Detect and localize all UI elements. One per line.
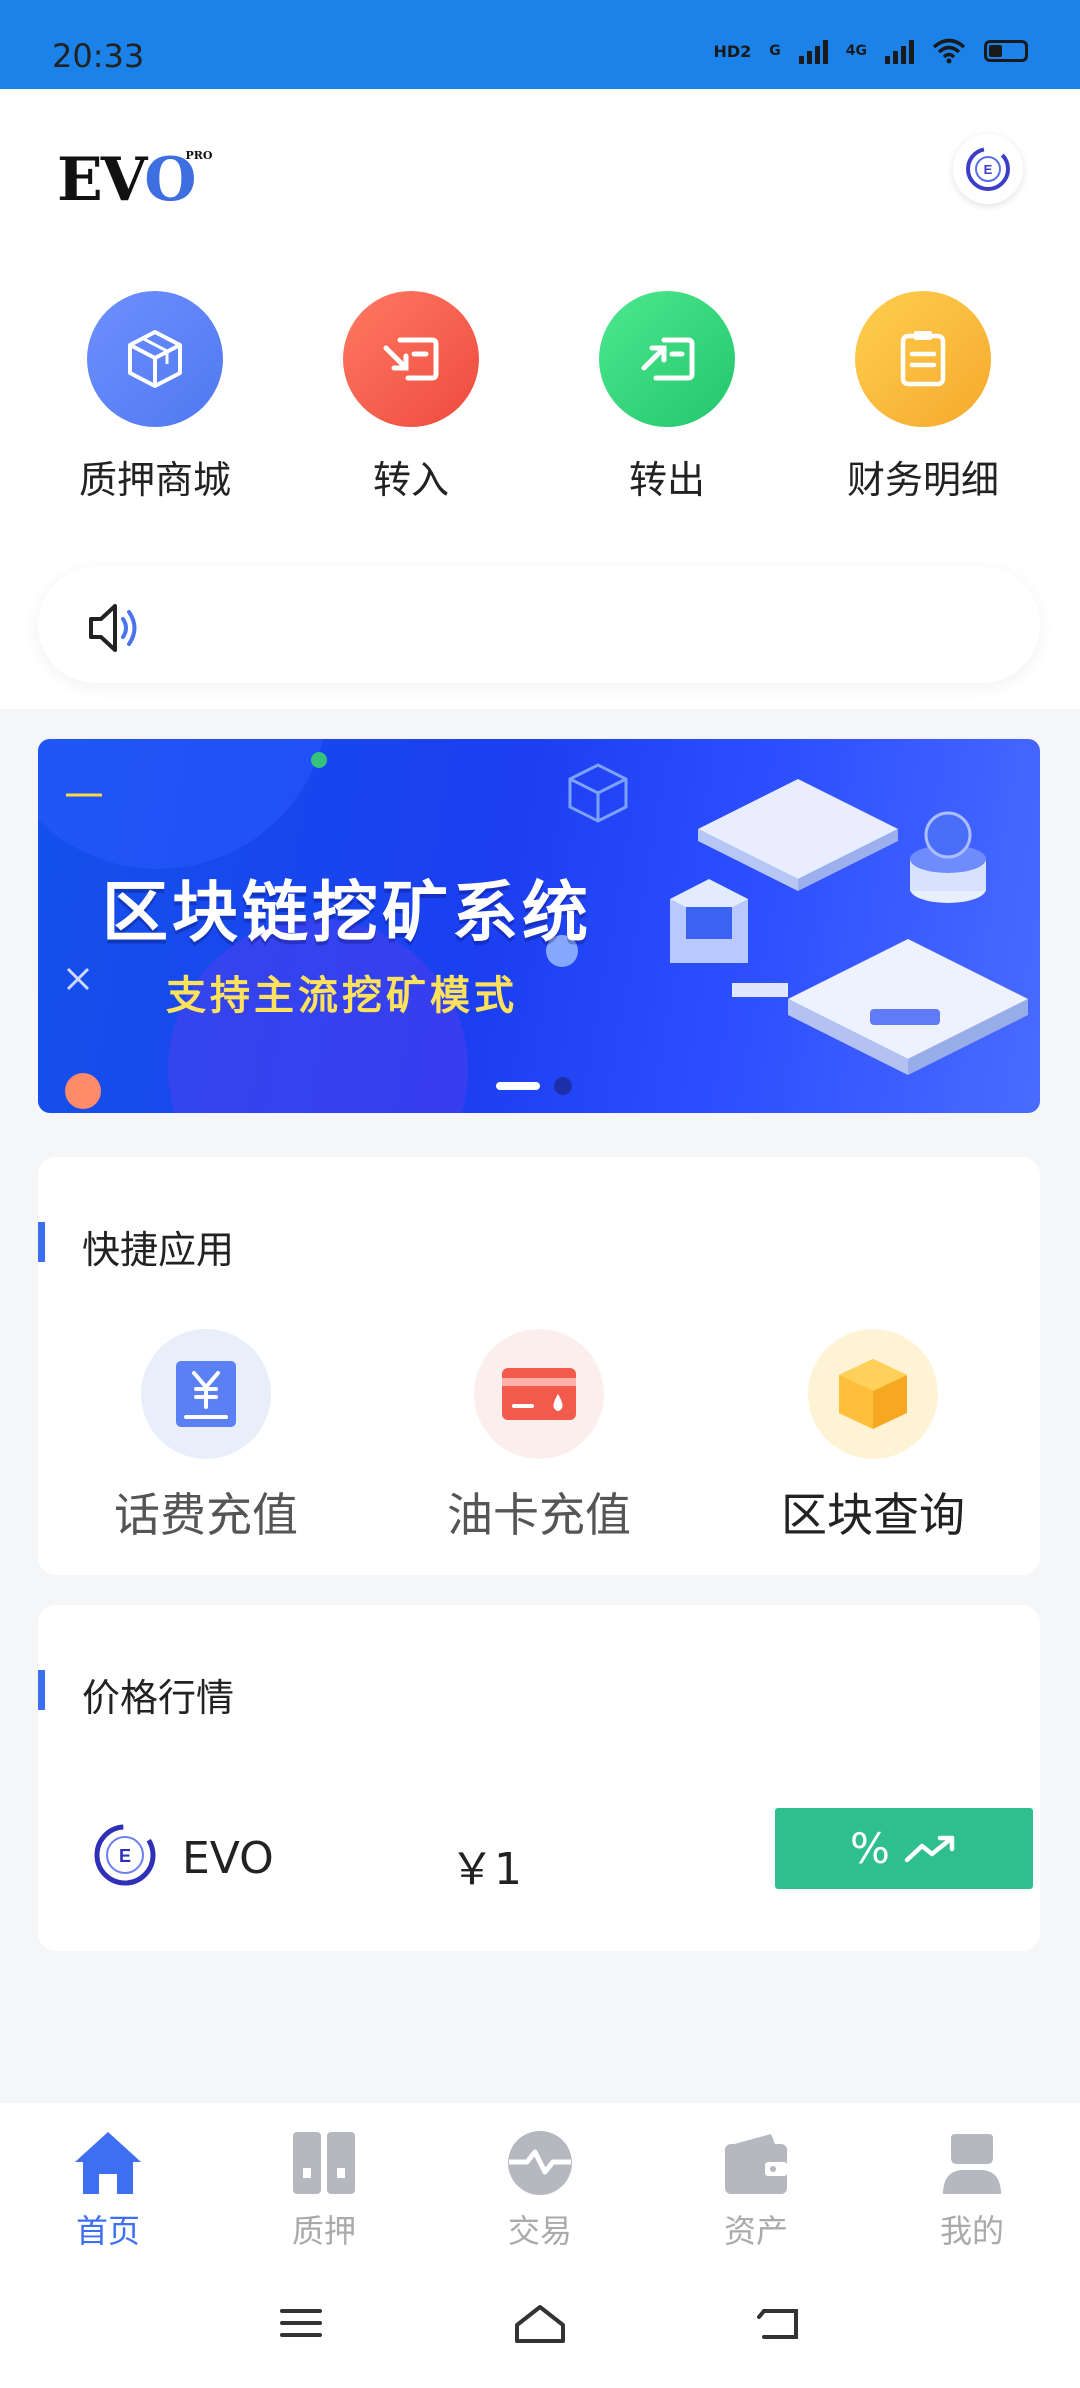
tab-label: 交易	[507, 2212, 572, 2250]
back-icon[interactable]	[756, 2303, 802, 2345]
menu-label: 转出	[628, 458, 705, 502]
menu-transfer-out[interactable]: 转出	[539, 291, 795, 504]
transfer-out-icon	[599, 291, 735, 427]
market-card: 价格行情 E EVO ￥1 %	[38, 1605, 1040, 1951]
quick-app-fuel-card[interactable]: 油卡充值	[389, 1329, 689, 1545]
menu-label: 质押商城	[78, 458, 231, 502]
network-4g-label: 4G	[845, 43, 867, 59]
speaker-icon	[89, 604, 137, 652]
notice-bar[interactable]	[38, 567, 1040, 683]
cube-icon	[808, 1329, 938, 1459]
tab-home[interactable]: 首页	[0, 2103, 216, 2275]
menu-finance-detail[interactable]: 财务明细	[795, 291, 1051, 504]
tab-assets[interactable]: 资产	[648, 2103, 864, 2275]
user-icon	[943, 2134, 1001, 2194]
battery-icon	[984, 40, 1028, 62]
wallet-icon	[725, 2134, 787, 2194]
quick-app-phone-recharge[interactable]: 话费充值	[56, 1329, 356, 1545]
svg-text:E: E	[119, 1846, 131, 1866]
quick-app-label: 话费充值	[114, 1488, 298, 1542]
quick-app-label: 油卡充值	[447, 1488, 631, 1542]
carousel-dot-active	[496, 1082, 540, 1090]
tab-label: 我的	[939, 2212, 1004, 2250]
network-g-label: G	[769, 43, 781, 59]
menu-label: 财务明细	[846, 458, 999, 502]
price-change-button[interactable]: %	[775, 1808, 1033, 1889]
signal-icon-2	[885, 38, 914, 64]
section-accent-bar	[38, 1670, 45, 1710]
home-header: EVO PRO E 质押商城 转入 转出 财务明细	[0, 89, 1080, 709]
status-bar: 20:33 HD2 G 4G	[0, 0, 1080, 89]
box-icon	[87, 291, 223, 427]
home-icon	[75, 2132, 141, 2194]
promo-banner[interactable]: 区块链挖矿系统 支持主流挖矿模式	[38, 739, 1040, 1113]
coin-name: EVO	[182, 1833, 274, 1884]
tab-label: 资产	[723, 2212, 788, 2250]
banner-title: 区块链挖矿系统	[102, 874, 592, 951]
quick-apps-card: 快捷应用 话费充值 油卡充值 区块查询	[38, 1157, 1040, 1575]
menu-transfer-in[interactable]: 转入	[283, 291, 539, 504]
evo-logo: EVO PRO	[57, 145, 213, 215]
carousel-indicator	[496, 1077, 572, 1095]
menu-label: 转入	[372, 458, 449, 502]
carousel-dot	[554, 1077, 572, 1095]
yuan-bill-icon	[141, 1329, 271, 1459]
main-menu: 质押商城 转入 转出 财务明细	[0, 291, 1080, 504]
section-accent-bar	[38, 1222, 45, 1262]
bottom-tab-bar: 首页 质押 交易 资产 我的	[0, 2103, 1080, 2275]
tab-pledge[interactable]: 质押	[216, 2103, 432, 2275]
banner-subtitle: 支持主流挖矿模式	[166, 973, 518, 1019]
pledge-icon	[293, 2132, 355, 2194]
hd-badge: HD2	[713, 41, 752, 61]
tab-label: 质押	[291, 2212, 356, 2250]
fuel-card-icon	[474, 1329, 604, 1459]
status-time: 20:33	[52, 37, 145, 75]
quick-app-label: 区块查询	[781, 1488, 965, 1542]
tab-mine[interactable]: 我的	[864, 2103, 1080, 2275]
home-nav-icon[interactable]	[513, 2303, 567, 2345]
market-title: 价格行情	[82, 1676, 235, 1720]
tab-label: 首页	[75, 2212, 140, 2250]
svg-text:E: E	[984, 162, 993, 177]
menu-pledge-mall[interactable]: 质押商城	[27, 291, 283, 504]
evo-coin-icon: E	[94, 1824, 156, 1886]
signal-icon	[798, 38, 828, 64]
quick-app-block-query[interactable]: 区块查询	[723, 1329, 1023, 1545]
transfer-in-icon	[343, 291, 479, 427]
trend-up-icon	[904, 1835, 955, 1862]
change-percent: %	[850, 1824, 890, 1873]
wifi-icon	[932, 38, 966, 64]
menu-icon[interactable]	[278, 2303, 324, 2343]
coin-price: ￥1	[450, 1844, 522, 1895]
evo-coin-icon[interactable]: E	[953, 134, 1023, 204]
tab-trade[interactable]: 交易	[432, 2103, 648, 2275]
system-nav-bar	[0, 2275, 1080, 2388]
document-icon	[855, 291, 991, 427]
quick-apps-title: 快捷应用	[82, 1228, 235, 1272]
trade-icon	[508, 2131, 572, 2195]
